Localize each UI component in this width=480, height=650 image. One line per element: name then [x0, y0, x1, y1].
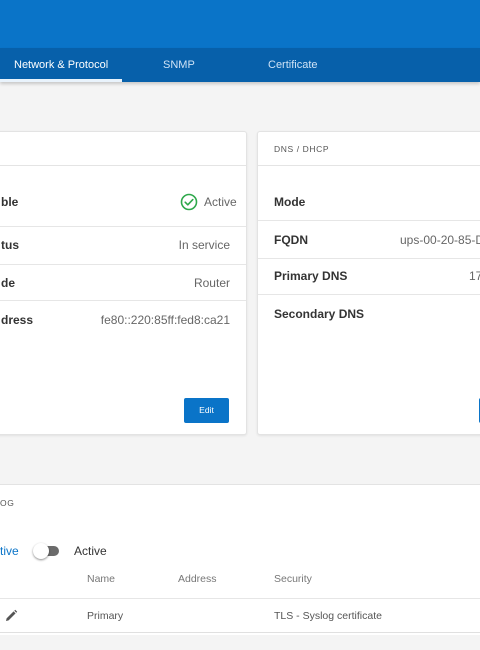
fqdn-label: FQDN [274, 233, 308, 247]
ipv6-card: ble Active tus In service de Router dres… [0, 131, 247, 435]
table-cell-name: Primary [87, 610, 124, 622]
secondary-dns-label: Secondary DNS [274, 307, 365, 321]
row-divider [0, 226, 246, 227]
tab-network-protocol[interactable]: Network & Protocol [14, 48, 108, 82]
table-bottom-border [0, 632, 480, 633]
enable-value: Active [204, 195, 237, 209]
row-divider [0, 300, 246, 301]
mode-label: de [1, 276, 16, 290]
primary-dns-label: Primary DNS [274, 269, 348, 283]
dns-dhcp-card: DNS / DHCP Mode FQDN ups-00-20-85-D Prim… [257, 131, 480, 435]
active-tab-indicator [0, 79, 122, 82]
syslog-header [0, 484, 480, 520]
status-label: tus [1, 238, 19, 252]
pencil-icon[interactable] [4, 609, 18, 623]
ipv6-card-header [0, 132, 246, 166]
column-header-address: Address [178, 573, 217, 585]
tab-snmp[interactable]: SNMP [163, 48, 195, 82]
toggle-label: Active [74, 544, 107, 558]
tab-certificate[interactable]: Certificate [268, 48, 318, 82]
tab-bar: Network & Protocol SNMP Certificate [0, 48, 480, 82]
syslog-title: OG [0, 498, 15, 508]
syslog-body [0, 519, 480, 635]
row-divider [0, 264, 246, 265]
row-divider [258, 258, 480, 259]
enable-label: ble [1, 195, 19, 209]
status-value: In service [178, 238, 230, 252]
top-header-bar [0, 0, 480, 48]
column-header-name: Name [87, 573, 116, 585]
address-value: fe80::220:85ff:fed8:ca21 [100, 313, 230, 327]
table-divider [0, 598, 480, 599]
active-link[interactable]: tive [0, 544, 19, 558]
dns-card-header: DNS / DHCP [258, 132, 480, 166]
fqdn-value: ups-00-20-85-D [400, 233, 480, 247]
primary-dns-value: 17 [469, 269, 480, 283]
row-divider [258, 294, 480, 295]
mode-value: Router [193, 276, 230, 290]
address-label: dress [1, 313, 34, 327]
row-divider [258, 220, 480, 221]
edit-button[interactable]: Edit [184, 398, 229, 423]
dns-mode-label: Mode [274, 195, 306, 209]
table-cell-security: TLS - Syslog certificate [274, 610, 382, 622]
column-header-security: Security [274, 573, 312, 585]
active-toggle-knob[interactable] [33, 543, 49, 559]
check-circle-icon [180, 193, 198, 211]
dns-card-title: DNS / DHCP [274, 144, 330, 154]
